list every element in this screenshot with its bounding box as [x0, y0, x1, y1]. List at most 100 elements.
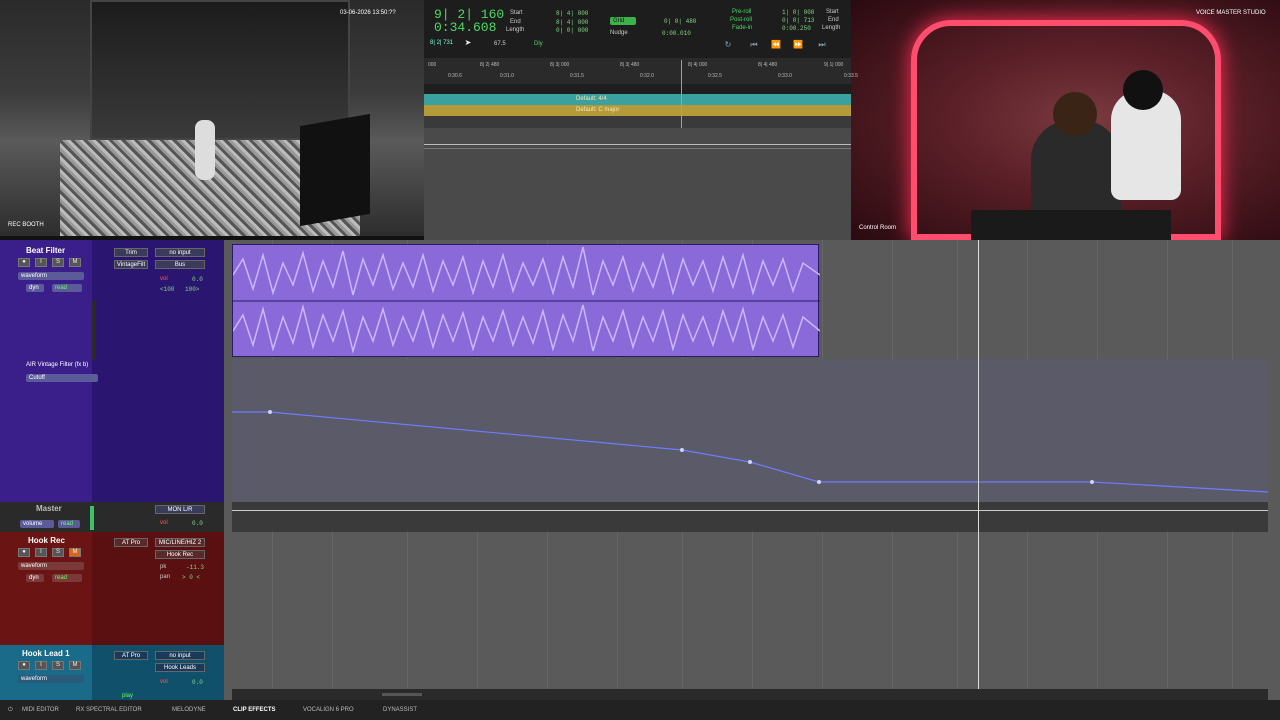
plugin-lane-param[interactable]: Cutoff: [26, 374, 98, 382]
go-to-end-icon[interactable]: ⏭: [814, 40, 830, 50]
master-volume-line[interactable]: [232, 510, 1268, 511]
timeline-canvas[interactable]: [232, 240, 1268, 700]
record-enable-button[interactable]: ●: [18, 548, 30, 557]
record-enable-button[interactable]: ●: [18, 661, 30, 670]
automation-mode-selector[interactable]: read: [58, 520, 80, 528]
fadein-value[interactable]: 0:00.250: [782, 25, 811, 32]
track-hook-rec[interactable]: Hook Rec ● I S M waveform dyn read AT Pr…: [0, 532, 224, 645]
view-selector[interactable]: waveform: [18, 272, 84, 280]
automation-curve[interactable]: [232, 400, 1268, 500]
transport-panel: 9| 2| 160 0:34.608 8| 2| 731 Start End L…: [424, 0, 851, 58]
solo-button[interactable]: S: [52, 258, 64, 267]
mute-button[interactable]: M: [69, 661, 81, 670]
fadein-label[interactable]: Fade-in: [732, 25, 752, 31]
input-selector[interactable]: MIC/LINE/HIZ 2: [155, 538, 205, 547]
tab-dynassist[interactable]: DYNASSIST: [383, 707, 417, 713]
main-counter-time: 0:34.608: [434, 20, 497, 35]
sub-counter[interactable]: 8| 2| 731: [430, 40, 453, 46]
rewind-icon[interactable]: ⏪: [768, 40, 784, 50]
view-selector[interactable]: volume: [20, 520, 54, 528]
output-selector[interactable]: Bus: [155, 260, 205, 269]
tab-clip-effects[interactable]: CLIP EFFECTS: [233, 707, 276, 713]
plugin-lane-label[interactable]: AIR Vintage Filter (fx b): [26, 362, 88, 368]
postroll-label[interactable]: Post-roll: [730, 17, 752, 23]
return-to-zero-icon[interactable]: ⏮: [746, 40, 762, 50]
insert-slot-1[interactable]: Trim: [114, 248, 148, 257]
ruler-divider: [424, 144, 851, 145]
pan-label: pan: [160, 574, 171, 580]
horizontal-scrollbar[interactable]: [232, 689, 1268, 700]
tempo-ruler[interactable]: [424, 84, 851, 94]
main-counter[interactable]: 9| 2| 160 0:34.608: [434, 8, 504, 34]
view-selector[interactable]: waveform: [18, 562, 84, 570]
automation-mode-selector[interactable]: read: [52, 574, 82, 582]
pan-value[interactable]: > 0 <: [182, 574, 200, 581]
insert-slot-1[interactable]: AT Pro: [114, 651, 148, 660]
grid-mode-button[interactable]: Grid: [610, 17, 636, 25]
start-value[interactable]: 8| 4| 000: [556, 10, 588, 17]
playhead-marker[interactable]: [681, 60, 682, 128]
end-value[interactable]: 8| 4| 000: [556, 19, 588, 26]
track-master[interactable]: Master volume read MON L/R vol 0.0: [0, 502, 224, 532]
postroll-value[interactable]: 0| 0| 713: [782, 17, 814, 24]
automation-param-selector[interactable]: dyn: [26, 574, 44, 582]
tab-midi-editor[interactable]: MIDI EDITOR: [22, 707, 59, 713]
output-selector[interactable]: MON L/R: [155, 505, 205, 514]
preroll-label[interactable]: Pre-roll: [732, 9, 751, 15]
booth-speaker: [300, 113, 370, 227]
view-selector[interactable]: waveform: [18, 675, 84, 683]
volume-value[interactable]: 0.0: [192, 679, 203, 686]
solo-button[interactable]: S: [52, 661, 64, 670]
meter-ruler[interactable]: Default: 4/4: [424, 94, 851, 105]
tab-vocalign[interactable]: VOCALIGN 6 PRO: [303, 707, 354, 713]
output-selector[interactable]: Hook Rec: [155, 550, 205, 559]
preroll-value[interactable]: 1| 0| 000: [782, 9, 814, 16]
playhead-line[interactable]: [978, 240, 979, 700]
loop-icon[interactable]: ↻: [720, 40, 736, 50]
master-lane[interactable]: [232, 502, 1268, 532]
automation-param-selector[interactable]: dyn: [26, 284, 44, 292]
scrollbar-thumb[interactable]: [382, 693, 422, 696]
track-hook-lead-1[interactable]: Hook Lead 1 ● I S M waveform AT Pro no i…: [0, 645, 224, 700]
track-name[interactable]: Hook Lead 1: [22, 649, 70, 658]
input-selector[interactable]: no input: [155, 248, 205, 257]
track-name[interactable]: Hook Rec: [28, 536, 65, 545]
output-selector[interactable]: Hook Leads: [155, 663, 205, 672]
audio-clip[interactable]: [232, 244, 821, 357]
delay-label[interactable]: Dly: [534, 41, 543, 47]
volume-value[interactable]: 0.0: [192, 276, 203, 283]
peak-value[interactable]: -11.3: [186, 564, 204, 571]
record-enable-button[interactable]: ●: [18, 258, 30, 267]
key-ruler[interactable]: Default: C major: [424, 105, 851, 116]
input-monitor-button[interactable]: I: [35, 258, 47, 267]
pan-right-value[interactable]: 100>: [185, 286, 199, 293]
automation-mode-selector[interactable]: read: [52, 284, 82, 292]
input-selector[interactable]: no input: [155, 651, 205, 660]
insert-slot-1[interactable]: AT Pro: [114, 538, 148, 547]
tempo-value[interactable]: 67.5: [494, 41, 506, 47]
mute-button[interactable]: M: [69, 258, 81, 267]
ruler-time-label: 0:33.0: [778, 73, 792, 79]
tab-melodyne[interactable]: MELODYNE: [172, 707, 206, 713]
booth-wall: [90, 0, 350, 140]
length-value[interactable]: 0| 0| 000: [556, 27, 588, 34]
peak-label: pk: [160, 564, 167, 570]
volume-value[interactable]: 0.0: [192, 520, 203, 527]
solo-button[interactable]: S: [52, 548, 64, 557]
input-monitor-button[interactable]: I: [35, 548, 47, 557]
track-name[interactable]: Master: [36, 504, 62, 513]
ruler-bar-label: 8| 4| 480: [758, 62, 778, 68]
tab-rx-spectral-editor[interactable]: RX SPECTRAL EDITOR: [76, 707, 142, 713]
input-monitor-button[interactable]: I: [35, 661, 47, 670]
markers-ruler[interactable]: [424, 116, 851, 128]
fast-forward-icon[interactable]: ⏩: [790, 40, 806, 50]
power-icon[interactable]: ⏻: [8, 707, 13, 714]
insert-slot-2[interactable]: VintageFilt: [114, 260, 148, 269]
grid-value[interactable]: 0| 0| 480: [664, 18, 696, 25]
track-beat-filter[interactable]: Beat Filter ● I S M waveform dyn read Tr…: [0, 240, 224, 502]
pan-left-value[interactable]: <100: [160, 286, 174, 293]
track-name[interactable]: Beat Filter: [26, 246, 65, 255]
mute-button[interactable]: M: [69, 548, 81, 557]
nudge-value[interactable]: 0:00.010: [662, 30, 691, 37]
timeline-ruler[interactable]: 000 8| 2| 480 8| 3| 000 8| 3| 480 8| 4| 000 8…: [424, 58, 858, 84]
